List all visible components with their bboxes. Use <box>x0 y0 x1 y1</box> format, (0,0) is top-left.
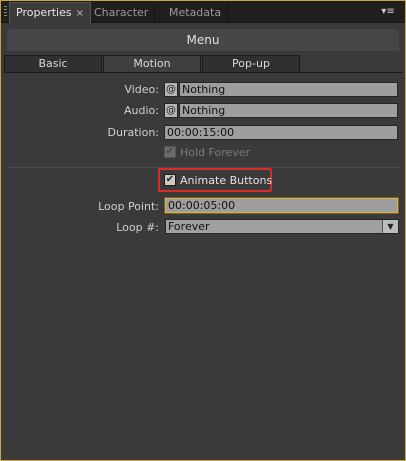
audio-picker-icon[interactable]: @ <box>164 103 178 118</box>
panel-tab-bar: Properties × Character Metadata ▾≡ <box>1 1 405 24</box>
tab-properties-label: Properties <box>16 6 72 19</box>
properties-panel: Properties × Character Metadata ▾≡ Menu B… <box>0 0 406 461</box>
hold-forever-label: Hold Forever <box>180 146 251 159</box>
animate-buttons-checkbox[interactable]: ✔ <box>164 174 176 186</box>
loop-point-label: Loop Point: <box>98 200 159 213</box>
loop-point-field[interactable]: 00:00:05:00 <box>164 197 399 214</box>
video-picker-icon[interactable]: @ <box>164 82 178 97</box>
subtab-basic[interactable]: Basic <box>4 55 102 73</box>
duration-field[interactable]: 00:00:15:00 <box>164 125 398 140</box>
hold-forever-checkbox[interactable]: ✔ <box>164 146 176 158</box>
tab-metadata[interactable]: Metadata <box>163 3 229 23</box>
audio-label: Audio: <box>124 104 159 117</box>
subtab-popup[interactable]: Pop-up <box>202 55 300 73</box>
video-label: Video: <box>124 83 159 96</box>
tab-metadata-label: Metadata <box>169 6 222 19</box>
tab-character-label: Character <box>94 6 149 19</box>
chevron-down-icon[interactable]: ▼ <box>382 220 398 233</box>
animate-buttons-label[interactable]: Animate Buttons <box>180 174 272 187</box>
audio-field[interactable]: Nothing <box>179 103 398 118</box>
panel-grip-icon[interactable] <box>4 6 7 18</box>
section-title: Menu <box>7 29 399 51</box>
subtab-motion[interactable]: Motion <box>103 55 201 73</box>
loop-count-value: Forever <box>168 220 210 233</box>
tab-properties[interactable]: Properties × <box>9 2 91 24</box>
subtab-divider <box>4 72 402 73</box>
loop-count-label: Loop #: <box>116 221 159 234</box>
panel-menu-icon[interactable]: ▾≡ <box>377 5 399 19</box>
close-icon[interactable]: × <box>76 8 84 19</box>
subtab-bar: Basic Motion Pop-up <box>4 55 402 73</box>
tab-character[interactable]: Character <box>88 3 156 23</box>
loop-count-dropdown[interactable]: Forever ▼ <box>165 219 399 234</box>
video-field[interactable]: Nothing <box>179 82 398 97</box>
duration-label: Duration: <box>107 126 159 139</box>
